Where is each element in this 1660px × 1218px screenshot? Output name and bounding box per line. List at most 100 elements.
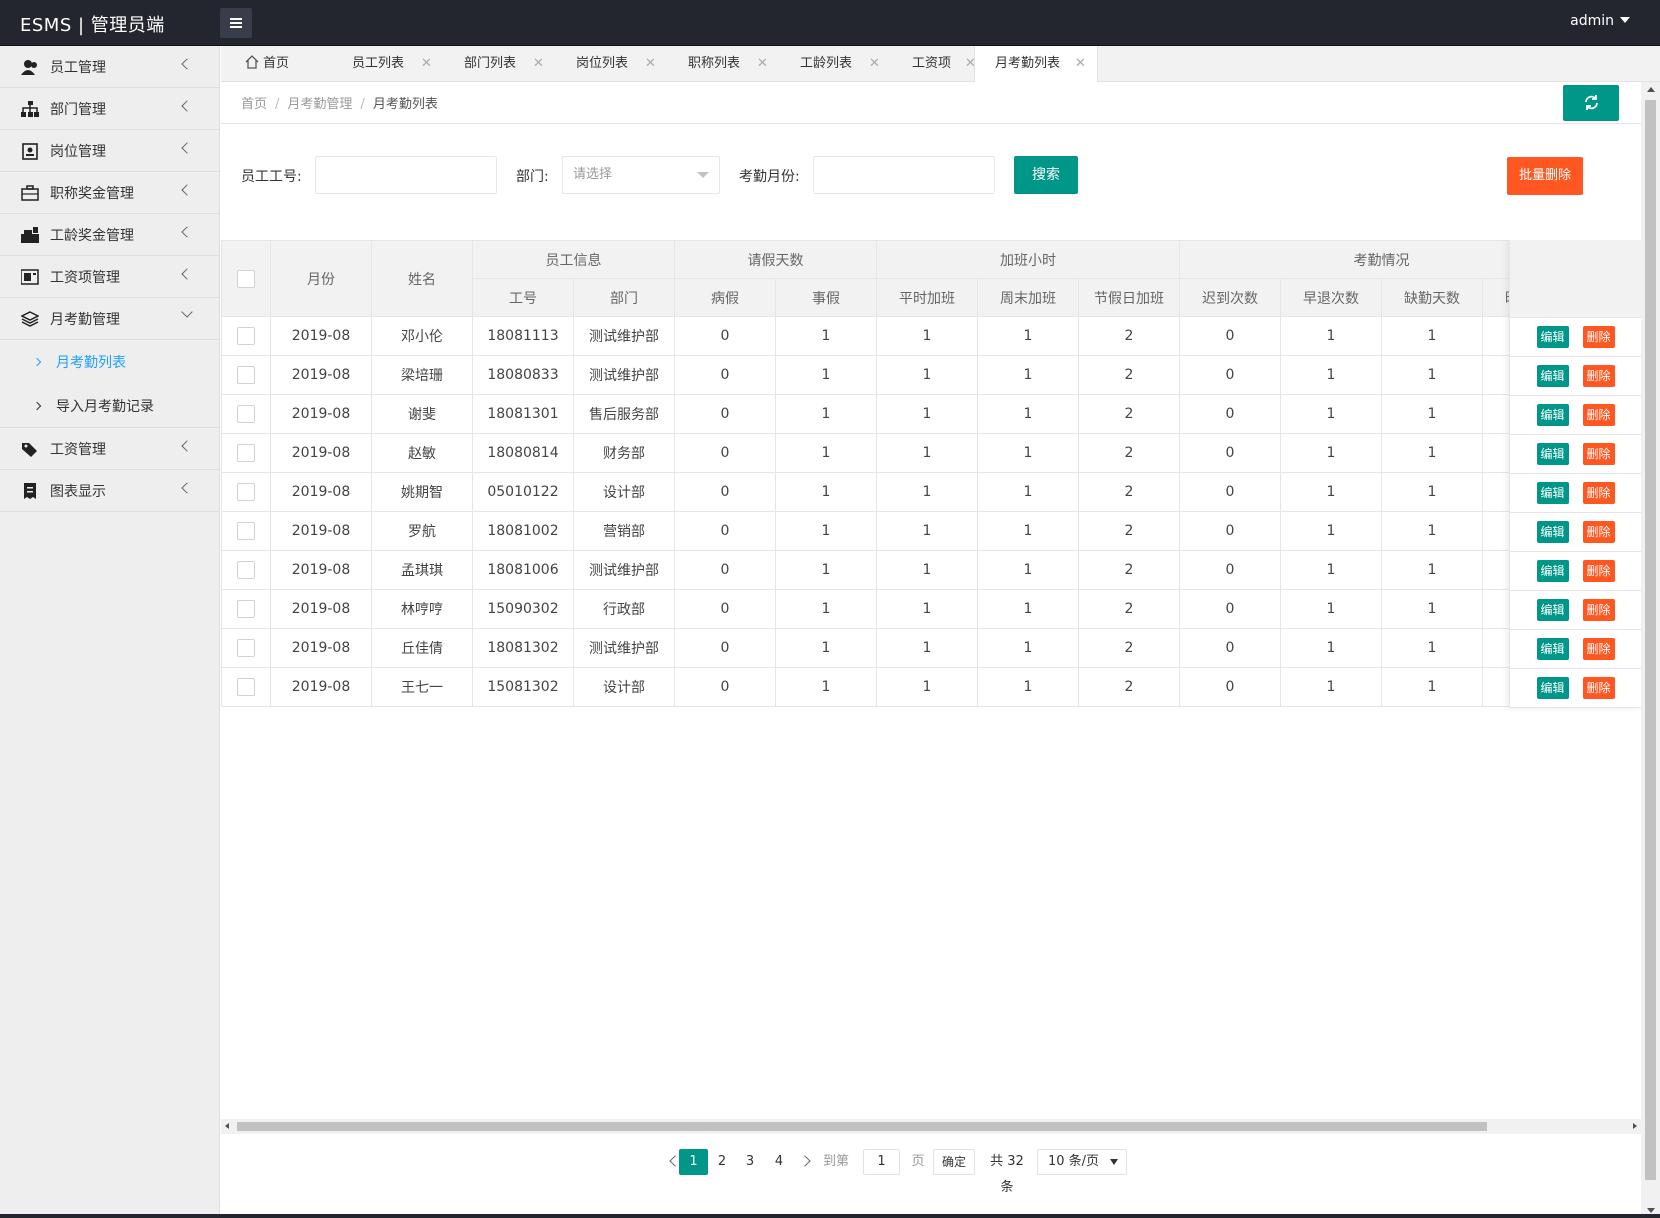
- page-2[interactable]: 2: [711, 1149, 733, 1175]
- sidebar-subitem-import-attendance[interactable]: 导入月考勤记录: [0, 384, 219, 428]
- horizontal-scrollbar[interactable]: [221, 1119, 1641, 1134]
- sidebar-item-position[interactable]: 岗位管理: [0, 130, 219, 172]
- cell-weekday-overtime: 1: [876, 550, 978, 590]
- select-all-checkbox[interactable]: [237, 269, 255, 288]
- tab-employee-list[interactable]: 员工列表 ✕: [330, 46, 432, 82]
- close-icon[interactable]: ✕: [645, 46, 656, 82]
- close-icon[interactable]: ✕: [1075, 46, 1086, 82]
- next-page-icon[interactable]: [799, 1155, 811, 1167]
- column-header-late-count: 迟到次数: [1179, 278, 1281, 317]
- tab-home[interactable]: 首页: [241, 46, 289, 82]
- arrow-down-icon[interactable]: [1647, 1208, 1655, 1213]
- employee-id-input[interactable]: [315, 156, 497, 194]
- row-checkbox[interactable]: [237, 444, 255, 462]
- delete-button[interactable]: 删除: [1582, 404, 1615, 426]
- arrow-up-icon[interactable]: [1647, 87, 1655, 92]
- row-checkbox[interactable]: [237, 561, 255, 579]
- table-row: 2019-08 赵敏 18080814 财务部 0 1 1 1 2 0 1 1: [221, 433, 1584, 473]
- cell-emp-id: 18081006: [472, 550, 574, 590]
- page-4[interactable]: 4: [768, 1149, 790, 1175]
- menu-toggle-button[interactable]: [220, 8, 252, 38]
- edit-button[interactable]: 编辑: [1536, 677, 1569, 699]
- delete-button[interactable]: 删除: [1582, 599, 1615, 621]
- close-icon[interactable]: ✕: [533, 46, 544, 82]
- goto-confirm-button[interactable]: 确定: [933, 1149, 975, 1175]
- row-checkbox[interactable]: [237, 678, 255, 696]
- close-icon[interactable]: ✕: [869, 46, 880, 82]
- page-1[interactable]: 1: [679, 1149, 708, 1175]
- cell-late-count: 0: [1179, 667, 1281, 707]
- tab-label: 工龄列表: [800, 56, 853, 71]
- breadcrumb-home[interactable]: 首页: [241, 97, 267, 112]
- sidebar-item-charts[interactable]: 图表显示: [0, 470, 219, 512]
- sidebar-item-label: 图表显示: [50, 483, 106, 500]
- row-checkbox[interactable]: [237, 483, 255, 501]
- row-checkbox[interactable]: [237, 522, 255, 540]
- row-checkbox[interactable]: [237, 639, 255, 657]
- sidebar-subitem-attendance-list[interactable]: 月考勤列表: [0, 340, 219, 384]
- column-header-early-leave-count: 早退次数: [1280, 278, 1382, 317]
- cell-late-count: 0: [1179, 394, 1281, 434]
- user-menu[interactable]: admin: [1570, 13, 1630, 29]
- sidebar: 员工管理 部门管理 岗位管理 职称奖金管理 工龄奖金管理 工资项管理 月考勤管理…: [0, 46, 220, 1218]
- app-title: ESMS | 管理员端: [20, 15, 165, 36]
- edit-button[interactable]: 编辑: [1536, 599, 1569, 621]
- sidebar-item-title-bonus[interactable]: 职称奖金管理: [0, 172, 219, 214]
- search-button[interactable]: 搜索: [1014, 156, 1078, 194]
- delete-button[interactable]: 删除: [1582, 638, 1615, 660]
- sidebar-item-employee[interactable]: 员工管理: [0, 46, 219, 88]
- close-icon[interactable]: ✕: [757, 46, 768, 82]
- edit-button[interactable]: 编辑: [1536, 560, 1569, 582]
- delete-button[interactable]: 删除: [1582, 365, 1615, 387]
- edit-button[interactable]: 编辑: [1536, 326, 1569, 348]
- scrollbar-thumb[interactable]: [1645, 100, 1656, 1180]
- goto-page-input[interactable]: 1: [863, 1149, 900, 1175]
- row-checkbox[interactable]: [237, 327, 255, 345]
- edit-button[interactable]: 编辑: [1536, 365, 1569, 387]
- tab-monthly-attendance-list[interactable]: 月考勤列表 ✕: [974, 46, 1098, 83]
- delete-button[interactable]: 删除: [1582, 443, 1615, 465]
- sidebar-item-monthly-attendance[interactable]: 月考勤管理: [0, 298, 219, 340]
- delete-button[interactable]: 删除: [1582, 482, 1615, 504]
- edit-button[interactable]: 编辑: [1536, 638, 1569, 660]
- edit-button[interactable]: 编辑: [1536, 404, 1569, 426]
- tab-seniority-list[interactable]: 工龄列表 ✕: [778, 46, 880, 82]
- scrollbar-thumb[interactable]: [237, 1122, 1487, 1131]
- sidebar-item-salary-item[interactable]: 工资项管理: [0, 256, 219, 298]
- tab-title-list[interactable]: 职称列表 ✕: [666, 46, 768, 82]
- tab-label: 员工列表: [352, 56, 405, 71]
- cell-personal-leave: 1: [775, 472, 877, 512]
- arrow-left-icon[interactable]: [225, 1123, 229, 1129]
- edit-button[interactable]: 编辑: [1536, 521, 1569, 543]
- delete-button[interactable]: 删除: [1582, 677, 1615, 699]
- sidebar-item-seniority-bonus[interactable]: 工龄奖金管理: [0, 214, 219, 256]
- row-checkbox[interactable]: [237, 405, 255, 423]
- page-size-select[interactable]: 10 条/页: [1037, 1149, 1127, 1175]
- edit-button[interactable]: 编辑: [1536, 482, 1569, 504]
- page-3[interactable]: 3: [739, 1149, 761, 1175]
- sidebar-item-department[interactable]: 部门管理: [0, 88, 219, 130]
- refresh-button[interactable]: [1563, 85, 1619, 121]
- cell-emp-id: 18080814: [472, 433, 574, 473]
- breadcrumb-attendance-mgmt[interactable]: 月考勤管理: [287, 97, 352, 112]
- department-select[interactable]: 请选择: [562, 156, 720, 194]
- arrow-right-icon[interactable]: [1633, 1123, 1637, 1129]
- column-header-sick-leave: 病假: [674, 278, 776, 317]
- tab-label: 岗位列表: [576, 56, 629, 71]
- row-checkbox[interactable]: [237, 366, 255, 384]
- cell-weekend-overtime: 1: [977, 550, 1079, 590]
- attendance-month-input[interactable]: [813, 156, 995, 194]
- vertical-scrollbar[interactable]: [1641, 82, 1660, 1218]
- tab-salary-items[interactable]: 工资项 ✕: [890, 46, 976, 82]
- close-icon[interactable]: ✕: [421, 46, 432, 82]
- edit-button[interactable]: 编辑: [1536, 443, 1569, 465]
- delete-button[interactable]: 删除: [1582, 326, 1615, 348]
- sidebar-item-salary[interactable]: 工资管理: [0, 428, 219, 470]
- delete-button[interactable]: 删除: [1582, 560, 1615, 582]
- row-checkbox[interactable]: [237, 600, 255, 618]
- tab-department-list[interactable]: 部门列表 ✕: [442, 46, 544, 82]
- cell-late-count: 0: [1179, 472, 1281, 512]
- delete-button[interactable]: 删除: [1582, 521, 1615, 543]
- batch-delete-button[interactable]: 批量删除: [1507, 157, 1583, 195]
- tab-position-list[interactable]: 岗位列表 ✕: [554, 46, 656, 82]
